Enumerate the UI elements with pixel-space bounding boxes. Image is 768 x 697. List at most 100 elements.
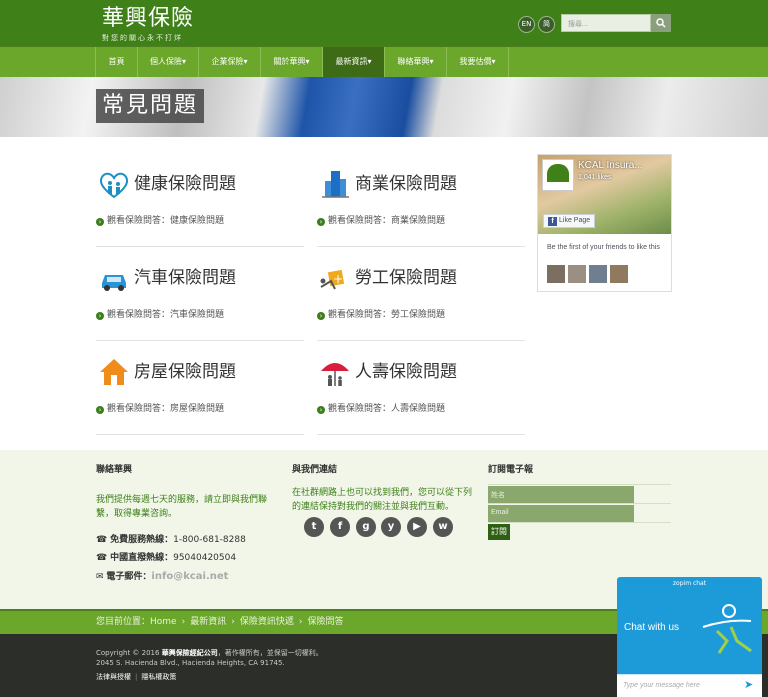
divider — [488, 503, 671, 504]
facebook-like-count: 1,041 likes — [578, 174, 612, 181]
faq-link[interactable]: › 觀看保險問答：商業保險問題 — [317, 213, 445, 226]
faq-card-business: 商業保險問題 › 觀看保險問答：商業保險問題 — [317, 167, 525, 247]
search-input[interactable]: 搜尋... — [561, 14, 651, 32]
youtube-icon[interactable]: ▶ — [407, 517, 427, 537]
faq-link[interactable]: › 觀看保險問答：汽車保險問題 — [96, 307, 224, 320]
search-button[interactable] — [651, 14, 671, 32]
weibo-icon[interactable]: w — [433, 517, 453, 537]
faq-title: 勞工保險問題 — [355, 268, 457, 288]
faq-title: 人壽保險問題 — [355, 362, 457, 382]
facebook-icon: f — [548, 217, 557, 226]
social-heading: 與我們連結 — [292, 465, 338, 475]
breadcrumb-separator: › — [298, 617, 303, 627]
email-line: ✉ 電子郵件：info@kcai.net — [96, 571, 229, 582]
faq-card-health: 健康保險問題 › 觀看保險問答：健康保險問題 — [96, 167, 304, 247]
friend-avatar[interactable] — [568, 265, 586, 283]
breadcrumb-news[interactable]: 最新資訊 — [190, 617, 226, 627]
yelp-icon[interactable]: y — [381, 517, 401, 537]
toll-free-line: ☎ 免費服務熱線：1-800-681-8288 — [96, 535, 246, 545]
phone-icon: ☎ — [96, 553, 111, 563]
faq-title: 商業保險問題 — [355, 174, 457, 194]
nav-personal-insurance[interactable]: 個人保險▾ — [138, 47, 199, 77]
chat-brand: zopim chat — [672, 580, 707, 587]
lang-en-button[interactable]: EN — [518, 16, 535, 33]
search-icon — [656, 18, 666, 28]
subscribe-name-input[interactable]: 姓名 — [488, 486, 634, 503]
breadcrumb-home[interactable]: Home — [150, 617, 177, 627]
facebook-icon[interactable]: f — [330, 517, 350, 537]
arrow-right-icon: › — [96, 406, 104, 414]
faq-title: 健康保險問題 — [134, 174, 236, 194]
faq-link[interactable]: › 觀看保險問答：人壽保險問題 — [317, 401, 445, 414]
faq-card-auto: 汽車保險問題 › 觀看保險問答：汽車保險問題 — [96, 261, 304, 341]
logo-slogan: 對您的關心永不打烊 — [102, 34, 183, 42]
address-text: 2045 S. Hacienda Blvd., Hacienda Heights… — [96, 659, 285, 667]
arrow-right-icon: › — [96, 218, 104, 226]
facebook-page-name[interactable]: KCAL Insura... — [578, 160, 643, 171]
chat-message-input[interactable]: Type your message here — [617, 674, 762, 697]
divider — [488, 522, 671, 523]
copyright-text: Copyright © 2016 華興保險經紀公司，著作權所有，並保留一切權利。 — [96, 649, 323, 657]
site-logo[interactable]: 華興保險 對您的關心永不打烊 — [102, 6, 194, 43]
nav-quote[interactable]: 我要估價▾ — [447, 47, 509, 77]
phone-icon: ☎ — [96, 535, 111, 545]
envelope-icon: ✉ — [96, 572, 107, 582]
faq-card-life: 人壽保險問題 › 觀看保險問答：人壽保險問題 — [317, 355, 525, 435]
svg-text:+: + — [333, 272, 343, 286]
faq-title: 房屋保險問題 — [134, 362, 236, 382]
site-header: 華興保險 對您的關心永不打烊 EN 简 搜尋... — [0, 0, 768, 46]
contact-heading: 聯絡華興 — [96, 465, 133, 475]
friend-avatar[interactable] — [589, 265, 607, 283]
arrow-right-icon: › — [96, 312, 104, 320]
faq-card-home: 房屋保險問題 › 觀看保險問答：房屋保險問題 — [96, 355, 304, 435]
breadcrumb-insurance-news[interactable]: 保險資訊快遞 — [240, 617, 294, 627]
health-heart-icon — [99, 172, 129, 199]
faq-link[interactable]: › 觀看保險問答：勞工保險問題 — [317, 307, 445, 320]
breadcrumb-prefix: 您目前位置： — [96, 617, 151, 627]
arrow-right-icon: › — [317, 312, 325, 320]
social-text: 在社群網路上也可以找到我們，您可以從下列的連結保持對我們的關注並與我們互動。 — [292, 488, 473, 512]
umbrella-family-icon — [321, 363, 349, 386]
breadcrumb-current: 保險問答 — [307, 617, 344, 627]
facebook-friends-text: Be the first of your friends to like thi… — [547, 244, 660, 251]
facebook-page-logo[interactable] — [542, 159, 574, 191]
chat-title[interactable]: Chat with us — [624, 622, 679, 633]
chat-mascot-icon — [702, 604, 752, 654]
friend-avatar[interactable] — [610, 265, 628, 283]
nav-news[interactable]: 最新資訊▾ — [323, 47, 385, 77]
china-line: ☎ 中國直撥熱線：95040420504 — [96, 553, 237, 563]
faq-title: 汽車保險問題 — [134, 268, 236, 288]
legal-link[interactable]: 法律與授權 — [96, 673, 131, 681]
twitter-icon[interactable]: t — [304, 517, 324, 537]
car-icon — [102, 275, 126, 291]
facebook-like-button[interactable]: f Like Page — [543, 214, 596, 228]
business-building-icon — [322, 171, 349, 198]
arrow-right-icon: › — [317, 406, 325, 414]
faq-link[interactable]: › 觀看保險問答：房屋保險問題 — [96, 401, 224, 414]
facebook-page-widget[interactable]: KCAL Insura... 1,041 likes f Like Page Be… — [537, 154, 672, 292]
divider — [488, 484, 671, 485]
privacy-link[interactable]: 隱私權政策 — [141, 673, 176, 681]
faq-card-worker: + 勞工保險問題 › 觀看保險問答：勞工保險問題 — [317, 261, 525, 341]
page-title: 常見問題 — [96, 89, 205, 123]
nav-home[interactable]: 首頁 — [95, 47, 138, 77]
send-icon[interactable]: ➤ — [744, 678, 753, 691]
subscribe-button[interactable]: 訂閱 — [488, 524, 510, 540]
faq-link[interactable]: › 觀看保險問答：健康保險問題 — [96, 213, 224, 226]
page-banner: 常見問題 — [0, 77, 768, 137]
subscribe-heading: 訂閱電子報 — [488, 465, 534, 475]
google-plus-icon[interactable]: g — [356, 517, 376, 537]
contact-text: 我們提供每週七天的服務，請立即與我們聯繫，取得專業咨詢。 — [96, 495, 268, 519]
chat-widget[interactable]: zopim chat Chat with us Type your messag… — [617, 577, 762, 697]
main-nav: 首頁 個人保險▾ 企業保險▾ 關於華興▾ 最新資訊▾ 聯絡華興▾ 我要估價▾ — [0, 46, 768, 77]
nav-about[interactable]: 關於華興▾ — [261, 47, 323, 77]
lang-simplified-button[interactable]: 简 — [538, 16, 555, 33]
email-link[interactable]: info@kcai.net — [151, 571, 228, 582]
house-icon — [100, 359, 128, 385]
arrow-right-icon: › — [317, 218, 325, 226]
nav-business-insurance[interactable]: 企業保險▾ — [199, 47, 261, 77]
friend-avatar[interactable] — [547, 265, 565, 283]
subscribe-email-input[interactable]: Email — [488, 505, 634, 522]
nav-contact[interactable]: 聯絡華興▾ — [385, 47, 447, 77]
legal-links: 法律與授權 | 隱私權政策 — [96, 673, 177, 681]
